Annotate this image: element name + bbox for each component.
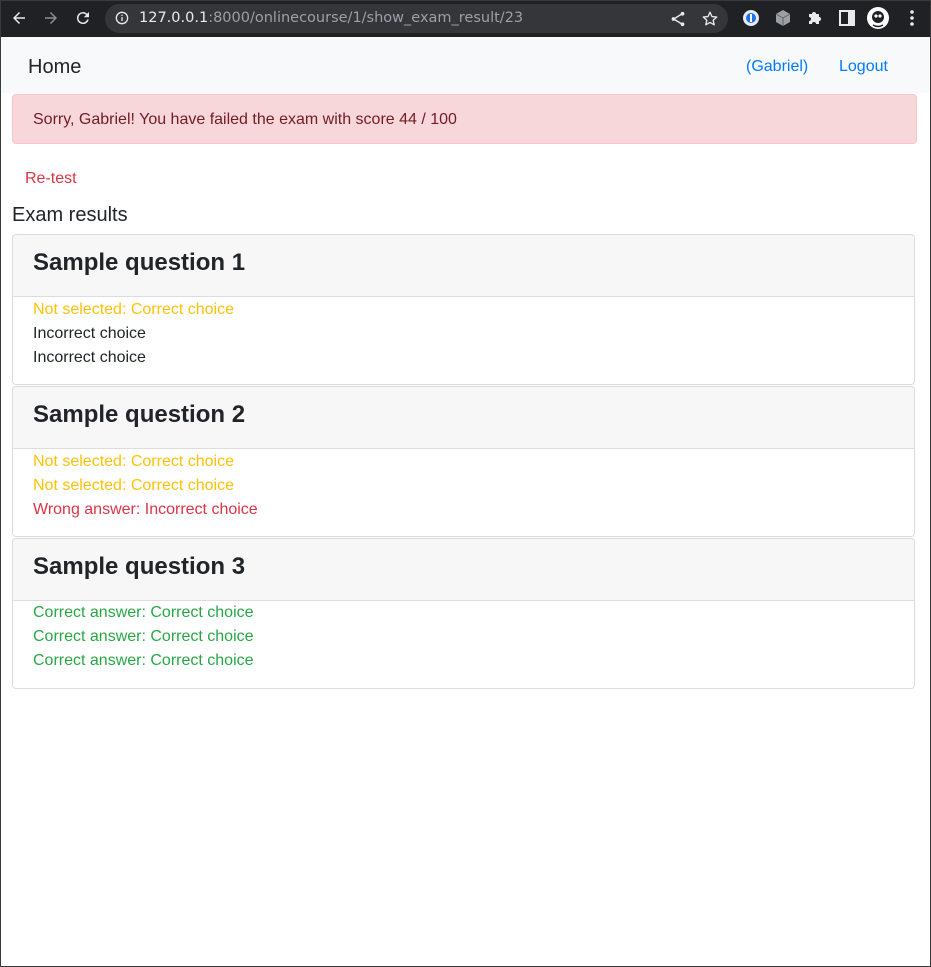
user-profile-link[interactable]: (Gabriel) bbox=[746, 57, 808, 76]
retest-link[interactable]: Re-test bbox=[25, 169, 77, 188]
choice-correct-answer: Correct answer: Correct choice bbox=[33, 652, 254, 669]
choice-not-selected: Not selected: Correct choice bbox=[33, 453, 234, 470]
logout-link[interactable]: Logout bbox=[839, 57, 888, 76]
choice-not-selected: Not selected: Correct choice bbox=[33, 477, 234, 494]
question-header: Sample question 2 bbox=[13, 387, 914, 449]
alert-message: Sorry, Gabriel! You have failed the exam… bbox=[33, 111, 457, 128]
question-card: Sample question 3 Correct answer: Correc… bbox=[12, 538, 915, 689]
browser-toolbar: 127.0.0.1:8000/onlinecourse/1/show_exam_… bbox=[0, 0, 931, 37]
question-card: Sample question 2 Not selected: Correct … bbox=[12, 386, 915, 537]
profile-avatar-icon[interactable] bbox=[867, 7, 889, 29]
url-path: :8000/onlinecourse/1/show_exam_result/23 bbox=[208, 10, 524, 26]
choice-wrong-answer: Wrong answer: Incorrect choice bbox=[33, 501, 258, 518]
choice-neutral: Incorrect choice bbox=[33, 349, 146, 366]
browser-menu-icon[interactable] bbox=[902, 8, 922, 28]
question-header: Sample question 1 bbox=[13, 235, 914, 297]
question-title: Sample question 3 bbox=[33, 553, 246, 580]
url-host: 127.0.0.1 bbox=[139, 10, 209, 26]
choice-neutral: Incorrect choice bbox=[33, 325, 146, 342]
extension-cube-icon[interactable] bbox=[773, 8, 793, 28]
choice-correct-answer: Correct answer: Correct choice bbox=[33, 628, 254, 645]
question-title: Sample question 1 bbox=[33, 249, 246, 276]
site-info-icon[interactable] bbox=[115, 11, 129, 25]
share-icon[interactable] bbox=[669, 10, 687, 28]
home-brand-link[interactable]: Home bbox=[28, 55, 81, 79]
forward-arrow-icon[interactable] bbox=[39, 6, 63, 30]
question-title: Sample question 2 bbox=[33, 401, 246, 428]
extensions-puzzle-icon[interactable] bbox=[805, 8, 825, 28]
back-arrow-icon[interactable] bbox=[7, 6, 31, 30]
url-text: 127.0.0.1:8000/onlinecourse/1/show_exam_… bbox=[139, 10, 523, 27]
side-panel-icon[interactable] bbox=[837, 8, 857, 28]
extension-shield-icon[interactable] bbox=[741, 8, 761, 28]
choice-not-selected: Not selected: Correct choice bbox=[33, 301, 234, 318]
choice-correct-answer: Correct answer: Correct choice bbox=[33, 604, 254, 621]
exam-result-alert: Sorry, Gabriel! You have failed the exam… bbox=[12, 94, 917, 144]
question-card: Sample question 1 Not selected: Correct … bbox=[12, 234, 915, 385]
navbar: Home (Gabriel) Logout bbox=[1, 37, 930, 93]
page-title: Exam results bbox=[12, 204, 128, 226]
bookmark-star-icon[interactable] bbox=[701, 10, 719, 28]
question-header: Sample question 3 bbox=[13, 539, 914, 601]
reload-icon[interactable] bbox=[71, 6, 95, 30]
address-bar[interactable]: 127.0.0.1:8000/onlinecourse/1/show_exam_… bbox=[105, 4, 728, 33]
